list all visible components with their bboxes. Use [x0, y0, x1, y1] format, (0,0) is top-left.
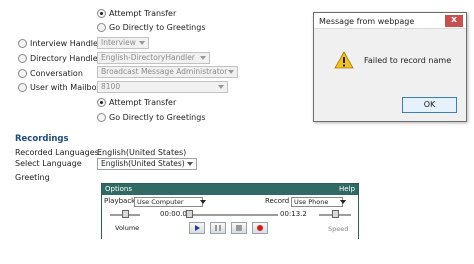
dialog-title: Message from webpage — [319, 17, 415, 26]
playback-label: Playback — [104, 197, 136, 205]
recordings-title: Recordings — [15, 134, 69, 144]
warning-icon — [334, 51, 354, 69]
attempt-transfer-radio-top[interactable] — [97, 9, 106, 18]
conversation-radio[interactable] — [18, 69, 27, 78]
directory-handler-value: English-DirectoryHandler — [101, 53, 195, 62]
chevron-down-icon — [228, 69, 235, 75]
record-value: Use Phone — [294, 198, 329, 206]
conversation-select[interactable]: Broadcast Message Administrator — [97, 66, 238, 78]
record-label: Record — [265, 197, 290, 205]
greeting-label: Greeting — [15, 173, 50, 182]
attempt-transfer-radio-bottom[interactable] — [97, 98, 106, 107]
interview-handler-radio[interactable] — [18, 39, 27, 48]
chevron-down-icon — [218, 84, 225, 90]
interview-handler-select[interactable]: Interview — [97, 37, 149, 49]
player-body: Playback Use Computer Record Use Phone V… — [102, 195, 358, 239]
volume-slider-handle[interactable] — [122, 210, 129, 218]
record-icon — [257, 225, 263, 231]
pause-icon — [215, 225, 221, 231]
record-button[interactable] — [252, 222, 268, 234]
total-time: 00:13.2 — [280, 210, 307, 218]
options-menu[interactable]: Options — [105, 184, 132, 195]
chevron-down-icon — [187, 161, 194, 167]
go-directly-radio-bottom[interactable] — [97, 113, 106, 122]
conversation-label: Conversation — [30, 69, 83, 78]
dialog-close-button[interactable]: x — [445, 15, 463, 27]
help-link[interactable]: Help — [339, 184, 355, 195]
recorded-languages-label: Recorded Languages: — [15, 148, 102, 157]
directory-handler-label: Directory Handler — [30, 54, 101, 63]
stop-icon — [236, 225, 242, 231]
player-toolbar: Options Help — [102, 184, 358, 195]
play-icon — [195, 225, 200, 231]
select-language-label: Select Language — [15, 159, 82, 168]
greeting-media-player: Options Help Playback Use Computer Recor… — [101, 183, 359, 239]
position-track[interactable] — [187, 214, 278, 216]
dialog-message: Failed to record name — [364, 56, 452, 65]
select-language-dropdown[interactable]: English(United States) — [97, 158, 197, 170]
directory-handler-select[interactable]: English-DirectoryHandler — [97, 52, 210, 64]
close-icon: x — [451, 15, 457, 25]
speed-label: Speed — [328, 225, 349, 233]
current-time: 00:00.0 — [160, 210, 187, 218]
interview-handler-value: Interview — [101, 38, 136, 47]
go-directly-label-top: Go Directly to Greetings — [109, 23, 206, 32]
message-dialog: Message from webpage x Failed to record … — [313, 12, 467, 122]
select-language-value: English(United States) — [101, 159, 185, 168]
attempt-transfer-label-bottom: Attempt Transfer — [109, 98, 177, 107]
playback-value: Use Computer — [137, 198, 184, 206]
user-with-mailbox-select[interactable]: 8100 — [97, 81, 228, 93]
speed-slider-handle[interactable] — [332, 210, 339, 218]
chevron-down-icon — [139, 40, 146, 46]
ok-button[interactable]: OK — [402, 97, 457, 113]
directory-handler-radio[interactable] — [18, 54, 27, 63]
attempt-transfer-label-top: Attempt Transfer — [109, 9, 177, 18]
go-directly-radio-top[interactable] — [97, 23, 106, 32]
recorded-languages-value: English(United States) — [97, 148, 187, 157]
volume-label: Volume — [115, 224, 140, 232]
position-slider-handle[interactable] — [186, 210, 193, 218]
chevron-down-icon — [200, 55, 207, 61]
playback-select[interactable]: Use Computer — [134, 197, 206, 207]
stop-button[interactable] — [231, 222, 247, 234]
user-with-mailbox-radio[interactable] — [18, 83, 27, 92]
pause-button[interactable] — [210, 222, 226, 234]
conversation-value: Broadcast Message Administrator — [101, 67, 228, 76]
interview-handler-label: Interview Handler — [30, 39, 102, 48]
user-with-mailbox-value: 8100 — [101, 82, 121, 91]
go-directly-label-bottom: Go Directly to Greetings — [109, 113, 206, 122]
dialog-titlebar: Message from webpage x — [314, 13, 466, 29]
user-with-mailbox-label: User with Mailbox — [30, 83, 102, 92]
record-select[interactable]: Use Phone — [291, 197, 346, 207]
play-button[interactable] — [189, 222, 205, 234]
